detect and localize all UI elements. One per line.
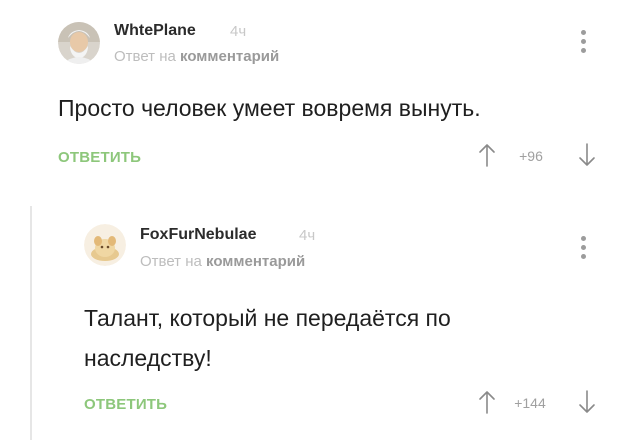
arrow-up-icon[interactable]: [478, 390, 496, 414]
comments-page: WhtePlane 4ч Ответ на комментарий Просто…: [0, 0, 620, 440]
comment-text: Просто человек умеет вовремя вынуть.: [58, 95, 481, 121]
comment-rating: +144: [514, 395, 546, 411]
avatar[interactable]: [84, 224, 126, 266]
comment-author[interactable]: FoxFurNebulae: [140, 226, 256, 244]
comment-time: 4ч: [230, 23, 247, 40]
reply-to-line: Ответ на комментарий: [140, 253, 305, 270]
reply-to-link[interactable]: комментарий: [180, 48, 279, 65]
comment: WhtePlane 4ч Ответ на комментарий Просто…: [0, 0, 620, 200]
arrow-down-icon[interactable]: [578, 143, 596, 167]
avatar-image-icon: [58, 22, 100, 64]
comment-text: наследству!: [84, 345, 212, 371]
reply-button[interactable]: ОТВЕТИТЬ: [84, 396, 167, 413]
comment-author[interactable]: WhtePlane: [114, 22, 196, 40]
arrow-up-icon[interactable]: [478, 143, 496, 167]
reply-to-prefix: Ответ на: [140, 253, 202, 270]
reply-to-prefix: Ответ на: [114, 48, 176, 65]
comment-text: Талант, который не передаётся по: [84, 305, 451, 331]
comment-rating: +96: [519, 148, 543, 164]
reply-to-link[interactable]: комментарий: [206, 253, 305, 270]
avatar-image-icon: [84, 224, 126, 266]
comment-time: 4ч: [299, 227, 316, 244]
more-vertical-icon[interactable]: [580, 30, 586, 56]
arrow-down-icon[interactable]: [578, 390, 596, 414]
comment: FoxFurNebulae 4ч Ответ на комментарий Та…: [0, 200, 620, 440]
avatar[interactable]: [58, 22, 100, 64]
reply-button[interactable]: ОТВЕТИТЬ: [58, 149, 141, 166]
reply-to-line: Ответ на комментарий: [114, 48, 279, 65]
more-vertical-icon[interactable]: [580, 236, 586, 262]
